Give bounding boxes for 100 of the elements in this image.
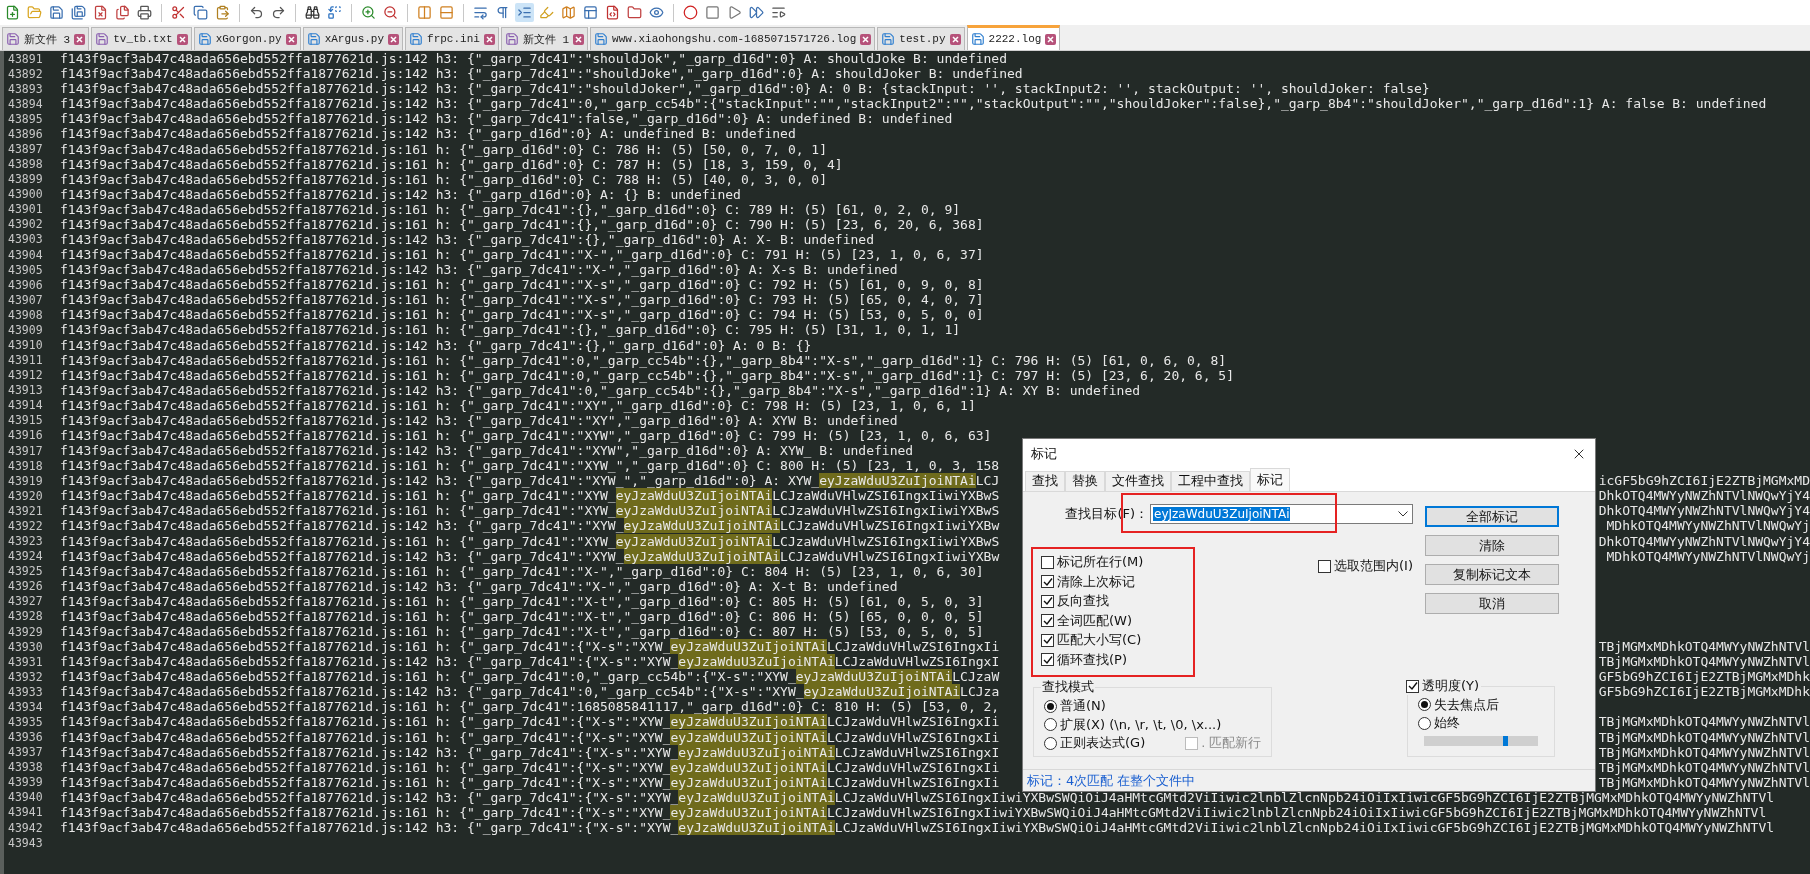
radio-button[interactable]: [1418, 716, 1431, 730]
dialog-tab[interactable]: 标记: [1250, 468, 1290, 491]
tab-label[interactable]: xGorgon.py: [215, 33, 282, 45]
tab-label[interactable]: tv_tb.txt: [113, 33, 173, 45]
code-line: TBjMGMxMDhkOTQ4MWYyNWZhNTVl: [1598, 774, 1810, 790]
tab-label[interactable]: xArgus.py: [324, 33, 385, 45]
file-tab[interactable]: tv_tb.txt: [91, 27, 192, 50]
code-line: f143f9acf3ab47c48ada656ebd552ffa1877621d.js:161 h: {"_garp_7dc41":"XYW","_garp_d16d":0} C: 799 H: (5) [23, 1, 0, 6, 63]: [60, 428, 992, 443]
dialog-tab[interactable]: 工程中查找: [1171, 471, 1250, 491]
file-tab[interactable]: xArgus.py: [302, 27, 404, 50]
radio-button[interactable]: [1418, 698, 1431, 712]
radio-button[interactable]: [1044, 699, 1057, 713]
code-line: TBjMGMxMDhkOTQ4MWYyNWZhNTVl: [1598, 654, 1810, 670]
find-field[interactable]: eyJzaWduU3ZuIjoiNTAi: [1150, 504, 1413, 524]
file-tab[interactable]: 新文件 1: [500, 27, 589, 50]
file-tab[interactable]: 新文件 3: [2, 27, 90, 50]
dialog-button[interactable]: 复制标记文本: [1425, 564, 1559, 585]
checkbox-label[interactable]: 匹配大小写(C): [1057, 631, 1142, 650]
line-number: 43919: [7, 473, 44, 488]
checkbox[interactable]: [1041, 653, 1054, 667]
printer-icon[interactable]: [135, 3, 154, 22]
line-number: 43895: [7, 111, 44, 126]
dialog-tab[interactable]: 查找: [1025, 471, 1065, 491]
map-icon[interactable]: [559, 3, 578, 22]
checkbox[interactable]: [1041, 614, 1054, 628]
checkbox-label[interactable]: 循环查找(P): [1057, 650, 1127, 669]
radio-label[interactable]: 扩展(X) (\n, \r, \t, \0, \x...): [1060, 715, 1222, 734]
code-line: f143f9acf3ab47c48ada656ebd552ffa1877621d.js:161 h: {"_garp_7dc41":{"X-s":"XYW_eyJzaWduU3ZuIjoiNTAiLCJzaWduVHlwZSI6IngxIi: [60, 729, 1000, 745]
files-icon[interactable]: [113, 3, 132, 22]
stop-icon[interactable]: [703, 3, 722, 22]
chevron-down-icon[interactable]: [1398, 511, 1408, 517]
line-number: 43937: [7, 745, 44, 760]
dialog-tab[interactable]: 替换: [1065, 471, 1105, 491]
line-number: 43898: [7, 157, 44, 172]
dialog-button[interactable]: 清除: [1425, 535, 1559, 556]
file-tab[interactable]: xGorgon.py: [193, 27, 301, 50]
file-tab[interactable]: 2222.log: [966, 25, 1061, 50]
dialog-tab[interactable]: 文件查找: [1105, 471, 1171, 491]
tab-label[interactable]: frpc.ini: [427, 33, 480, 45]
zoom-in-icon[interactable]: [359, 3, 378, 22]
checkbox-label[interactable]: 选取范围内(I): [1334, 557, 1413, 575]
code-line: f143f9acf3ab47c48ada656ebd552ffa1877621d.js:142 h3: {"_garp_7dc41":{"X-s":"XYW_eyJzaWduU3ZuIjoiNTAiLCJzaWduVHlwZSI6IngxIiwiYXBwSWQiOiJ4aHMtcGMtd2ViIiwic2lnblZlcnNpb24iOiIxIiwicGF5bG9hZCI6IjE2ZTBjMGMxMDhkOTQ4MWYyNWZhNTVl: [60, 820, 1775, 835]
line-number: 43931: [7, 654, 44, 669]
line-number: 43918: [7, 458, 44, 473]
checkbox-label[interactable]: 全词匹配(W): [1057, 611, 1132, 630]
tab-label[interactable]: 新文件 1: [522, 31, 570, 47]
line-number: 43920: [7, 488, 44, 503]
checkbox-label[interactable]: 标记所在行(M): [1057, 553, 1144, 572]
line-number: 43941: [7, 805, 44, 820]
record-icon[interactable]: [681, 3, 700, 22]
file-tab[interactable]: test.py: [877, 27, 965, 50]
panels-icon[interactable]: [581, 3, 600, 22]
checkbox[interactable]: [1041, 633, 1054, 647]
code-line: f143f9acf3ab47c48ada656ebd552ffa1877621d.js:161 h: {"_garp_7dc41":"XYW_eyJzaWduU3ZuIjoiNTAiLCJzaWduVHlwZSI6IngxIiwiYXBwS: [60, 533, 1000, 549]
code-line: MDhkOTQ4MWYyNWZhNTVlNWQwYj: [1606, 518, 1810, 534]
indent-icon[interactable]: [515, 3, 534, 22]
code-line: DhkOTQ4MWYyNWZhNTVlNWQwYjY4: [1598, 503, 1810, 519]
checkbox-label[interactable]: 透明度(Y): [1422, 677, 1480, 696]
checkbox[interactable]: [1041, 555, 1054, 569]
save-all-icon[interactable]: [69, 3, 88, 22]
binoculars-icon[interactable]: [303, 3, 322, 22]
checkbox[interactable]: [1406, 679, 1419, 693]
code-line: f143f9acf3ab47c48ada656ebd552ffa1877621d.js:142 h3: {"_garp_7dc41":{"X-s":"XYW_eyJzaWduU3ZuIjoiNTAiLCJzaWduVHlwZSI6IngxIiwiYXBwSWQiOiJ4aHMtcGMtd2ViIiwic2lnblZlcnNpb24iOiIxIiwicGF5bG9hZCI6IjE2ZTBjMGMxMDhkOTQ4MWYyNWZhNTVl: [60, 789, 1775, 805]
checkbox[interactable]: [1041, 575, 1054, 589]
tab-label[interactable]: test.py: [899, 33, 946, 45]
rows-icon[interactable]: [437, 3, 456, 22]
code-line: f143f9acf3ab47c48ada656ebd552ffa1877621d.js:161 h: {"_garp_7dc41":"X-t","_garp_d16d":0} C: 805 H: (5) [61, 0, 5, 0, 3]: [60, 593, 984, 609]
tab-label[interactable]: 新文件 3: [24, 31, 71, 47]
dialog-button[interactable]: 取消: [1425, 593, 1559, 614]
file-tab[interactable]: www.xiaohongshu.com-1685071571726.log: [590, 27, 876, 50]
checkbox[interactable]: [1041, 594, 1054, 608]
checkbox-label[interactable]: 清除上次标记: [1057, 572, 1135, 591]
copy-icon[interactable]: [191, 3, 210, 22]
checkbox[interactable]: [1318, 559, 1331, 573]
zoom-out-icon[interactable]: [381, 3, 400, 22]
radio-label[interactable]: 普通(N): [1060, 697, 1106, 716]
dialog-button[interactable]: 全部标记: [1425, 506, 1559, 527]
radio-button[interactable]: [1044, 718, 1057, 732]
code-line: DhkOTQ4MWYyNWZhNTVlNWQwYjY4: [1598, 488, 1810, 504]
slider-track[interactable]: [1424, 735, 1538, 746]
tab-label[interactable]: www.xiaohongshu.com-1685071571726.log: [612, 33, 857, 45]
code-line: TBjMGMxMDhkOTQ4MWYyNWZhNTVl: [1598, 759, 1810, 775]
file-tab[interactable]: frpc.ini: [405, 27, 499, 50]
code-line: f143f9acf3ab47c48ada656ebd552ffa1877621d.js:161 h: {"_garp_7dc41":{},"_garp_d16d":0} C: 789 H: (5) [61, 0, 2, 0, 9]: [60, 201, 961, 217]
line-number: 43893: [7, 81, 44, 96]
checkbox-label[interactable]: 反向查找: [1057, 592, 1109, 611]
code-line: f143f9acf3ab47c48ada656ebd552ffa1877621d.js:161 h: {"_garp_7dc41":{},"_garp_d16d":0} C: 795 H: (5) [31, 1, 0, 1, 1]: [60, 322, 961, 338]
radio-label[interactable]: 失去焦点后: [1434, 695, 1499, 714]
replace-icon[interactable]: [325, 3, 344, 22]
slider-thumb[interactable]: [1502, 735, 1508, 746]
tab-label[interactable]: 2222.log: [988, 33, 1042, 45]
radio-label[interactable]: 正则表达式(G): [1060, 734, 1146, 753]
save-icon[interactable]: [47, 3, 66, 22]
radio-label[interactable]: 始终: [1434, 714, 1460, 733]
code-line: DhkOTQ4MWYyNWZhNTVlNWQwYjY4: [1598, 533, 1810, 549]
columns-icon[interactable]: [415, 3, 434, 22]
radio-button[interactable]: [1044, 736, 1057, 750]
line-number: 43903: [7, 232, 44, 247]
line-number: 43940: [7, 790, 44, 805]
code-line: f143f9acf3ab47c48ada656ebd552ffa1877621d.js:161 h: {"_garp_7dc41":{},"_garp_d16d":0} C: 790 H: (5) [23, 6, 20, 6, 368]: [60, 216, 984, 232]
